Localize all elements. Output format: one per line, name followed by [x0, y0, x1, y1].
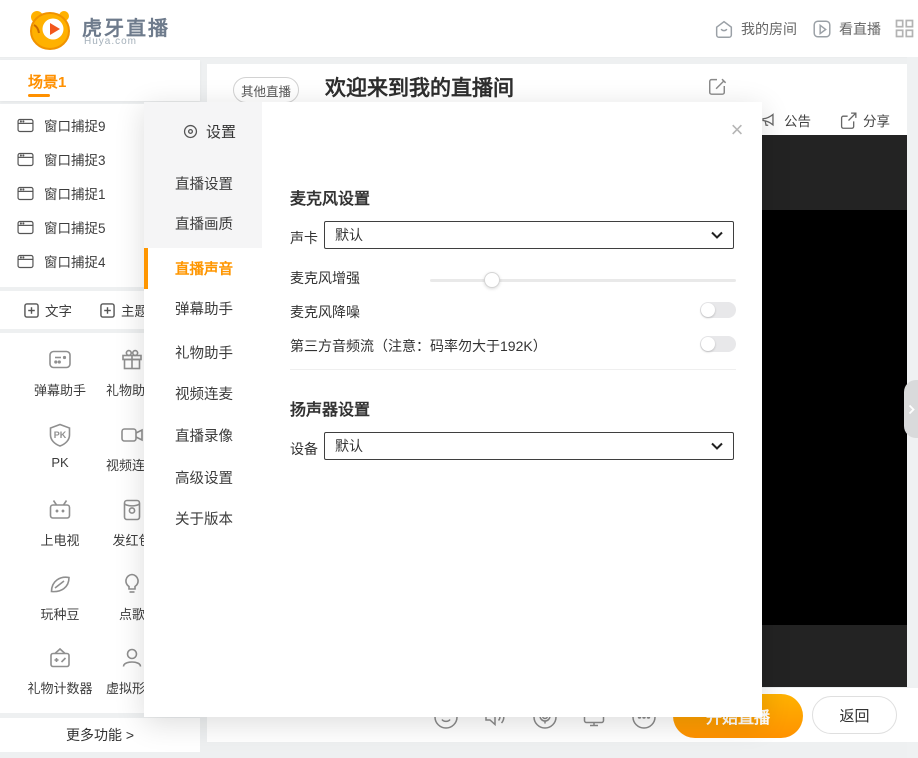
close-icon[interactable]: × [725, 118, 749, 142]
bulb-icon [119, 571, 145, 597]
menu-item-advanced-settings[interactable]: 高级设置 [175, 467, 262, 487]
chevron-down-icon [711, 442, 723, 450]
mic-denoise-toggle[interactable] [700, 302, 736, 318]
scene-tab-underline [28, 94, 50, 97]
source-label: 窗口捕捉4 [44, 251, 106, 271]
huya-logo-icon[interactable] [27, 7, 73, 51]
panel-expander-handle[interactable] [904, 380, 918, 438]
plus-square-icon [100, 303, 115, 318]
my-room-button[interactable]: 我的房间 [713, 18, 797, 40]
tool-label: 弹幕助手 [34, 380, 86, 399]
logo-subtitle: Huya.com [84, 36, 137, 47]
camera-icon [119, 422, 145, 448]
menu-item-live-settings[interactable]: 直播设置 [175, 173, 262, 193]
selected-menu-accent-bar [144, 248, 148, 289]
tool-label: 上电视 [40, 530, 79, 549]
edit-title-icon[interactable] [707, 76, 727, 96]
announcement-button[interactable]: 公告 [760, 110, 811, 130]
gear-icon [182, 123, 199, 140]
my-room-label: 我的房间 [741, 19, 797, 39]
gift-icon [119, 347, 145, 373]
device-label: 设备 [290, 439, 318, 459]
sound-card-value: 默认 [335, 225, 363, 245]
speaker-section-title: 扬声器设置 [290, 396, 370, 420]
scene-tabs: 场景1 [0, 60, 200, 101]
source-label: 窗口捕捉9 [44, 115, 106, 135]
plus-square-icon [24, 303, 39, 318]
megaphone-icon [760, 111, 779, 130]
mic-section-title: 麦克风设置 [290, 185, 370, 209]
share-button[interactable]: 分享 [839, 110, 890, 130]
settings-menu-header: 设置 [182, 121, 236, 142]
red-packet-icon [119, 497, 145, 523]
tool-label: 玩种豆 [40, 604, 79, 623]
sound-card-label: 声卡 [290, 228, 318, 248]
tab-scene1[interactable]: 场景1 [28, 71, 66, 92]
mic-boost-slider-track[interactable] [430, 279, 736, 282]
device-value: 默认 [335, 436, 363, 456]
window-capture-icon [17, 220, 34, 235]
gift-counter-icon [47, 645, 73, 671]
share-label: 分享 [863, 110, 890, 130]
top-navbar: 虎牙直播 Huya.com 我的房间 看直播 [0, 0, 918, 58]
window-capture-icon [17, 118, 34, 133]
apps-grid-icon[interactable] [895, 19, 914, 38]
tool-label: 点歌 [119, 604, 145, 623]
window-capture-icon [17, 186, 34, 201]
third-party-audio-toggle[interactable] [700, 336, 736, 352]
category-label: 其他直播 [241, 81, 291, 100]
menu-item-video-link[interactable]: 视频连麦 [175, 383, 262, 403]
chevron-right-icon [908, 404, 915, 415]
danmaku-icon [47, 347, 73, 373]
window-capture-icon [17, 152, 34, 167]
source-label: 窗口捕捉1 [44, 183, 106, 203]
section-divider [290, 369, 736, 370]
menu-item-gift-assistant[interactable]: 礼物助手 [175, 342, 262, 362]
source-label: 窗口捕捉5 [44, 217, 106, 237]
back-label: 返回 [839, 705, 869, 726]
menu-item-live-recording[interactable]: 直播录像 [175, 425, 262, 445]
tool-label: PK [51, 455, 68, 470]
menu-item-about-version[interactable]: 关于版本 [175, 508, 262, 528]
room-title: 欢迎来到我的直播间 [325, 72, 514, 102]
leaf-icon [47, 571, 73, 597]
device-select[interactable]: 默认 [324, 432, 734, 460]
announcement-label: 公告 [784, 110, 811, 130]
sound-card-select[interactable]: 默认 [324, 221, 734, 249]
toggle-knob [701, 303, 715, 317]
source-label: 窗口捕捉3 [44, 149, 106, 169]
menu-item-live-quality[interactable]: 直播画质 [175, 213, 262, 233]
chevron-down-icon [711, 231, 723, 239]
add-text-button[interactable]: 文字 [24, 300, 72, 320]
mic-boost-label: 麦克风增强 [290, 268, 360, 288]
more-functions-button[interactable]: 更多功能 > [0, 718, 200, 752]
add-theme-button[interactable]: 主题 [100, 300, 148, 320]
back-button[interactable]: 返回 [812, 696, 897, 734]
settings-menu-title: 设置 [206, 121, 236, 142]
watch-live-label: 看直播 [839, 19, 881, 39]
category-pill[interactable]: 其他直播 [233, 77, 299, 103]
watch-live-button[interactable]: 看直播 [811, 18, 881, 40]
pk-shield-icon: PK [47, 422, 73, 448]
room-icon [713, 18, 735, 40]
mic-boost-slider-thumb[interactable] [484, 272, 500, 288]
window-capture-icon [17, 254, 34, 269]
play-icon [811, 18, 833, 40]
tv-icon [47, 497, 73, 523]
settings-dialog: 设置 直播设置 直播画质 直播声音 弹幕助手 礼物助手 视频连麦 直播录像 高级… [144, 102, 762, 717]
more-functions-label: 更多功能 > [66, 725, 134, 745]
mic-denoise-label: 麦克风降噪 [290, 302, 360, 322]
toggle-knob [701, 337, 715, 351]
menu-item-danmaku-assistant[interactable]: 弹幕助手 [175, 298, 262, 318]
add-text-label: 文字 [45, 300, 72, 320]
huya-streamer-app: 虎牙直播 Huya.com 我的房间 看直播 [0, 0, 918, 758]
avatar-icon [119, 645, 145, 671]
menu-item-live-audio[interactable]: 直播声音 [175, 258, 262, 278]
svg-text:PK: PK [54, 430, 67, 440]
share-icon [839, 111, 858, 130]
third-party-audio-label: 第三方音频流（注意：码率勿大于192K） [290, 336, 547, 356]
